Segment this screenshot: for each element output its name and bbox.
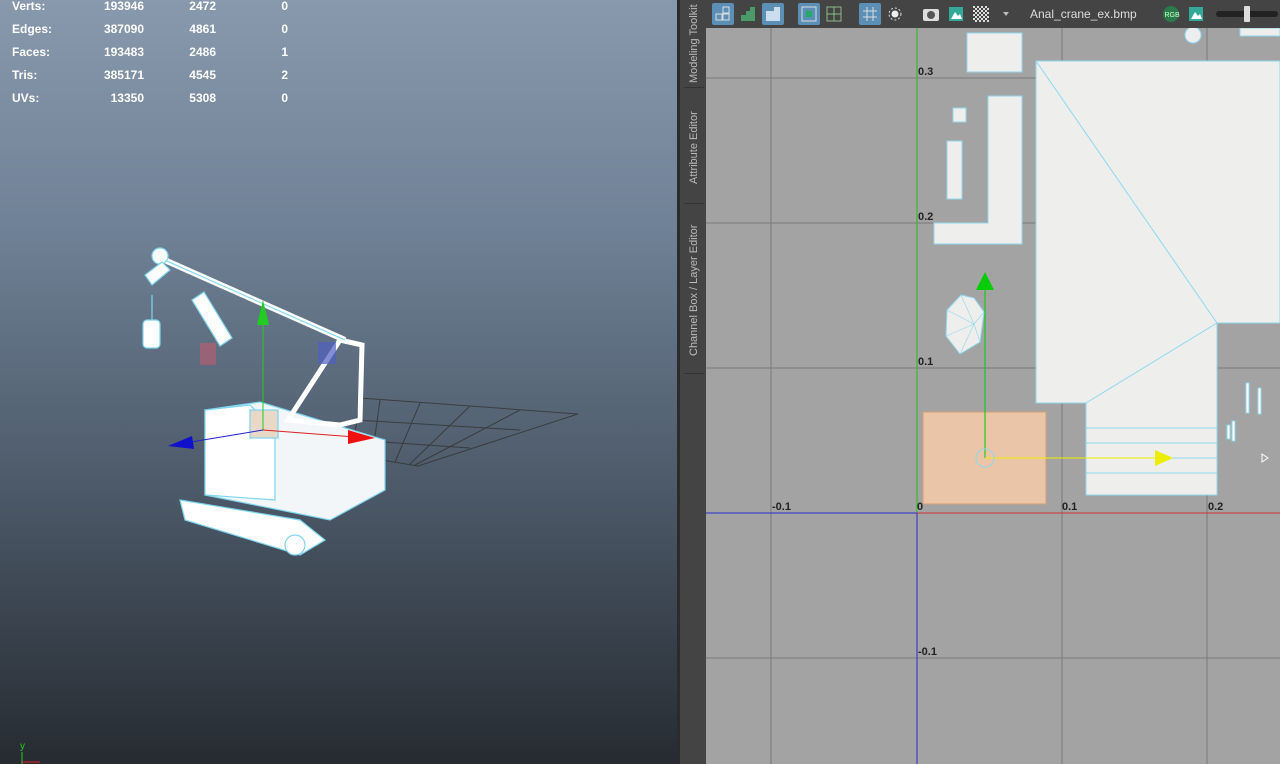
side-tabs: Modeling Toolkit Attribute Editor Channe… [680,0,706,764]
texture-name[interactable]: Anal_crane_ex.bmp [1030,7,1137,21]
uv-grid[interactable]: -0.1 0 0.1 0.2 0.3 0.2 0.1 -0.1 [706,28,1280,764]
uv-grid-icon[interactable] [798,3,820,25]
uv-shell-icon[interactable] [712,3,734,25]
rgb-channel-icon[interactable]: RGB [1160,3,1182,25]
uv-display-icon[interactable] [823,3,845,25]
axis-indicator: y [20,741,40,764]
snapshot-icon[interactable] [920,3,942,25]
y-label: 0.1 [918,356,933,368]
tab-modeling-toolkit[interactable]: Modeling Toolkit [684,0,704,88]
uv-shell [1184,28,1202,44]
dropdown-icon[interactable] [995,3,1017,25]
tab-attribute-editor[interactable]: Attribute Editor [684,92,704,204]
svg-text:RGB: RGB [1164,12,1180,19]
uv-toolbar: Anal_crane_ex.bmp RGB [706,0,1280,28]
checker-icon[interactable] [970,3,992,25]
pivot-icon[interactable] [884,3,906,25]
light-locator [318,342,336,364]
uv-select-icon[interactable] [737,3,759,25]
y-label: 0.3 [918,66,933,78]
y-label: 0.2 [918,211,933,223]
y-label: -0.1 [918,646,937,658]
crane-model[interactable]: y [0,0,677,764]
svg-text:y: y [20,741,25,752]
uv-editor-canvas[interactable]: -0.1 0 0.1 0.2 0.3 0.2 0.1 -0.1 [706,28,1280,764]
x-label: 0.2 [1208,501,1223,513]
ground-grid [351,397,579,467]
image-alpha-icon[interactable] [1185,3,1207,25]
x-label: 0.1 [1062,501,1077,513]
tab-channel-box[interactable]: Channel Box / Layer Editor [684,208,704,374]
grid-snap-icon[interactable] [859,3,881,25]
perspective-viewport[interactable]: Verts: 193946 2472 0 Edges: 387090 4861 0 Faces:… [0,0,677,764]
light-locator [200,343,216,365]
uv-shaded-icon[interactable] [762,3,784,25]
exposure-slider[interactable] [1215,6,1278,22]
image-icon[interactable] [945,3,967,25]
x-label: 0 [917,501,923,513]
x-label: -0.1 [772,501,791,513]
